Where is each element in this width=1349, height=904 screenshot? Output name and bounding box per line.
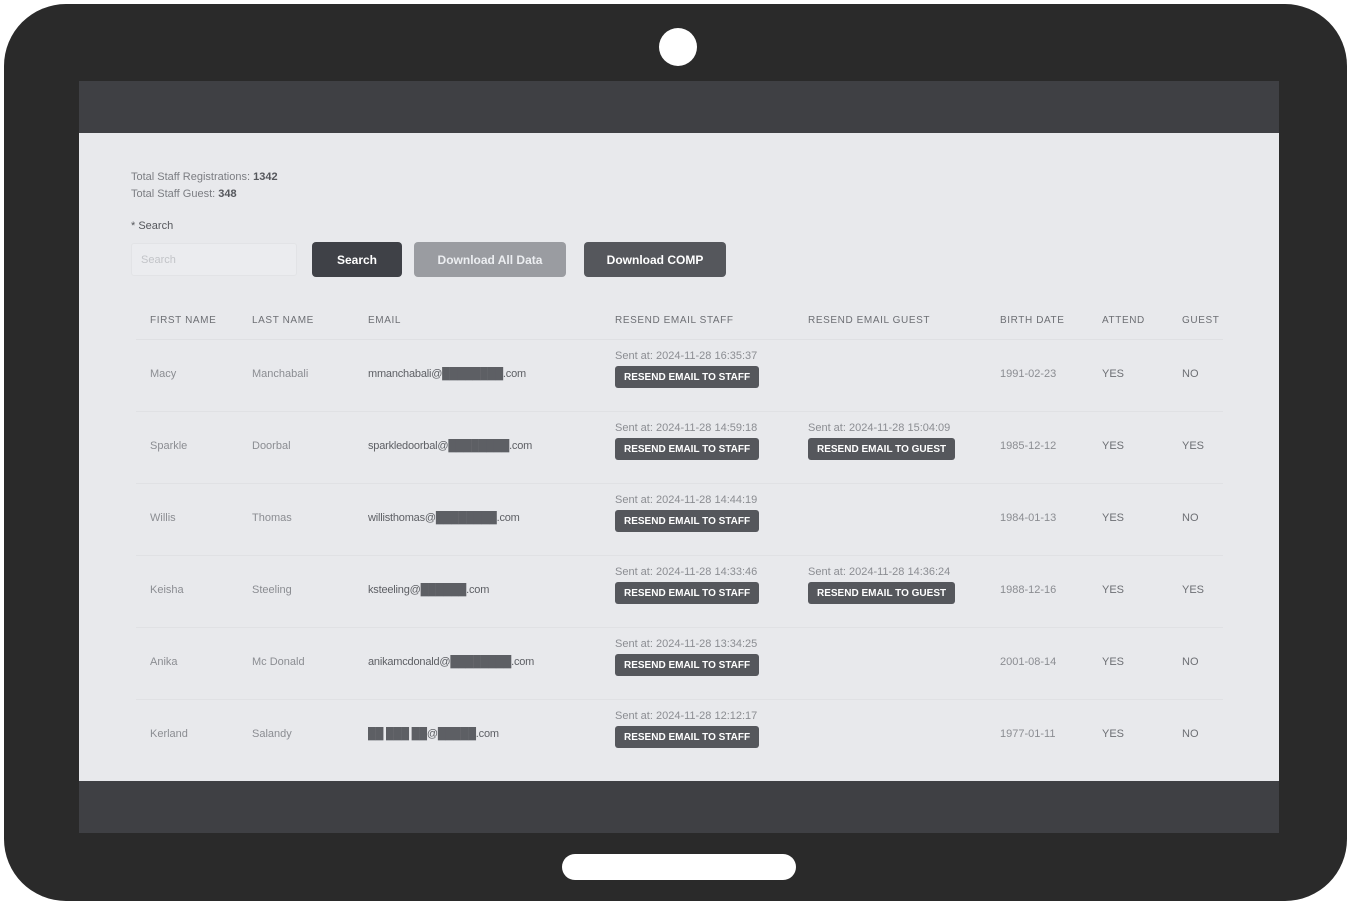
total-guests: Total Staff Guest: 348 (131, 188, 237, 200)
birth-date-cell: 1977-01-11 (1000, 728, 1056, 740)
bottom-bar (79, 781, 1279, 833)
last-name-cell: Steeling (252, 584, 292, 596)
guest-cell: NO (1182, 512, 1199, 524)
first-name-cell: Macy (150, 368, 177, 380)
tablet-screen: Total Staff Registrations: 1342 Total St… (79, 81, 1279, 833)
staff-sent-timestamp: Sent at: 2024-11-28 14:59:18 (615, 422, 758, 434)
attend-cell: YES (1102, 656, 1125, 668)
email-cell: willisthomas@████████.com (368, 512, 520, 524)
attend-cell: YES (1102, 512, 1125, 524)
last-name-cell: Doorbal (252, 440, 291, 452)
attend-cell: YES (1102, 728, 1125, 740)
header-email[interactable]: EMAIL (368, 315, 401, 326)
total-registrations-value: 1342 (253, 171, 278, 183)
header-resend-email-guest[interactable]: RESEND EMAIL GUEST (808, 315, 930, 326)
first-name-cell: Willis (150, 512, 176, 524)
top-bar (79, 81, 1279, 133)
last-name-cell: Salandy (252, 728, 292, 740)
home-indicator[interactable] (562, 854, 796, 880)
camera-lens (659, 28, 697, 66)
last-name-cell: Mc Donald (252, 656, 305, 668)
total-registrations: Total Staff Registrations: 1342 (131, 171, 278, 183)
email-cell: ksteeling@██████.com (368, 584, 490, 596)
guest-cell: YES (1182, 584, 1205, 596)
attend-cell: YES (1102, 440, 1125, 452)
header-guest[interactable]: GUEST (1182, 315, 1219, 326)
registrations-table: FIRST NAME LAST NAME EMAIL RESEND EMAIL … (136, 303, 1223, 771)
header-attend[interactable]: ATTEND (1102, 315, 1145, 326)
resend-email-to-staff-button[interactable]: RESEND EMAIL TO STAFF (615, 438, 760, 460)
staff-sent-timestamp: Sent at: 2024-11-28 13:34:25 (615, 638, 758, 650)
table-row: Kerland Salandy ██ ███ ██@█████.com Sent… (136, 700, 1223, 771)
header-resend-email-staff[interactable]: RESEND EMAIL STAFF (615, 315, 734, 326)
table-row: Anika Mc Donald anikamcdonald@████████.c… (136, 628, 1223, 700)
total-guests-label: Total Staff Guest: (131, 188, 216, 200)
table-row: Macy Manchabali mmanchabali@████████.com… (136, 340, 1223, 412)
resend-email-to-staff-button[interactable]: RESEND EMAIL TO STAFF (615, 510, 760, 532)
guest-sent-timestamp: Sent at: 2024-11-28 14:36:24 (808, 566, 951, 578)
tablet-frame: Total Staff Registrations: 1342 Total St… (4, 4, 1347, 901)
guest-cell: NO (1182, 728, 1199, 740)
last-name-cell: Manchabali (252, 368, 309, 380)
attend-cell: YES (1102, 368, 1125, 380)
staff-sent-timestamp: Sent at: 2024-11-28 14:44:19 (615, 494, 758, 506)
table-header: FIRST NAME LAST NAME EMAIL RESEND EMAIL … (136, 303, 1223, 340)
birth-date-cell: 1991-02-23 (1000, 368, 1057, 380)
resend-email-to-staff-button[interactable]: RESEND EMAIL TO STAFF (615, 366, 760, 388)
download-comp-button[interactable]: Download COMP (584, 242, 726, 277)
birth-date-cell: 1988-12-16 (1000, 584, 1057, 596)
table-row: Sparkle Doorbal sparkledoorbal@████████.… (136, 412, 1223, 484)
download-all-data-button[interactable]: Download All Data (414, 242, 566, 277)
header-birth-date[interactable]: BIRTH DATE (1000, 315, 1065, 326)
registration-dashboard: Total Staff Registrations: 1342 Total St… (79, 133, 1279, 781)
first-name-cell: Anika (150, 656, 178, 668)
search-label: * Search (131, 220, 174, 232)
total-registrations-label: Total Staff Registrations: (131, 171, 251, 183)
guest-cell: NO (1182, 368, 1199, 380)
search-input[interactable] (131, 243, 297, 276)
staff-sent-timestamp: Sent at: 2024-11-28 12:12:17 (615, 710, 758, 722)
birth-date-cell: 1984-01-13 (1000, 512, 1057, 524)
attend-cell: YES (1102, 584, 1125, 596)
email-cell: mmanchabali@████████.com (368, 368, 526, 380)
staff-sent-timestamp: Sent at: 2024-11-28 14:33:46 (615, 566, 758, 578)
search-button[interactable]: Search (312, 242, 402, 277)
birth-date-cell: 2001-08-14 (1000, 656, 1057, 668)
email-cell: sparkledoorbal@████████.com (368, 440, 533, 452)
staff-sent-timestamp: Sent at: 2024-11-28 16:35:37 (615, 350, 758, 362)
total-guests-value: 348 (218, 188, 237, 200)
first-name-cell: Kerland (150, 728, 188, 740)
header-first-name[interactable]: FIRST NAME (150, 315, 216, 326)
email-cell: ██ ███ ██@█████.com (368, 728, 499, 740)
last-name-cell: Thomas (252, 512, 292, 524)
resend-email-to-staff-button[interactable]: RESEND EMAIL TO STAFF (615, 726, 760, 748)
table-row: Keisha Steeling ksteeling@██████.com Sen… (136, 556, 1223, 628)
table-row: Willis Thomas willisthomas@████████.com … (136, 484, 1223, 556)
resend-email-to-staff-button[interactable]: RESEND EMAIL TO STAFF (615, 582, 760, 604)
birth-date-cell: 1985-12-12 (1000, 440, 1057, 452)
header-last-name[interactable]: LAST NAME (252, 315, 314, 326)
guest-sent-timestamp: Sent at: 2024-11-28 15:04:09 (808, 422, 951, 434)
resend-email-to-staff-button[interactable]: RESEND EMAIL TO STAFF (615, 654, 760, 676)
email-cell: anikamcdonald@████████.com (368, 656, 535, 668)
guest-cell: YES (1182, 440, 1205, 452)
guest-cell: NO (1182, 656, 1199, 668)
first-name-cell: Sparkle (150, 440, 188, 452)
first-name-cell: Keisha (150, 584, 184, 596)
resend-email-to-guest-button[interactable]: RESEND EMAIL TO GUEST (808, 582, 956, 604)
resend-email-to-guest-button[interactable]: RESEND EMAIL TO GUEST (808, 438, 956, 460)
